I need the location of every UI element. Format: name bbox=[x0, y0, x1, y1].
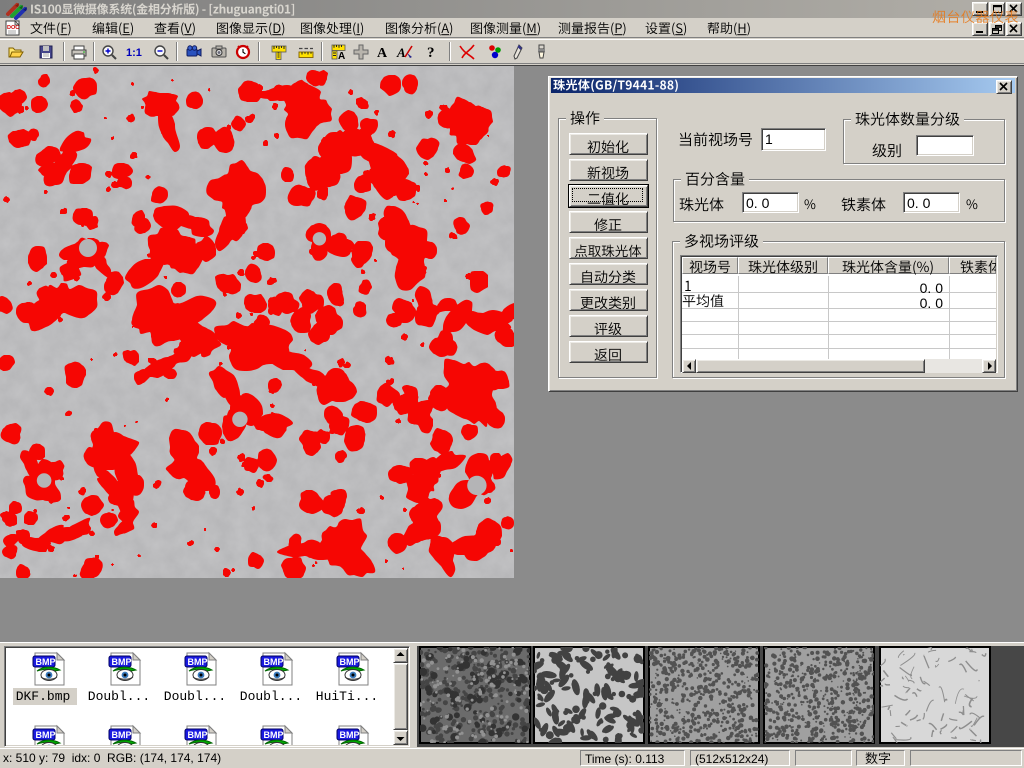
svg-text:A: A bbox=[377, 46, 388, 61]
svg-text:A: A bbox=[338, 51, 345, 62]
svg-text:?: ? bbox=[427, 45, 435, 61]
svg-text:1:1: 1:1 bbox=[126, 47, 142, 59]
svg-text:DOC: DOC bbox=[7, 25, 19, 31]
svg-text:A: A bbox=[396, 45, 406, 60]
